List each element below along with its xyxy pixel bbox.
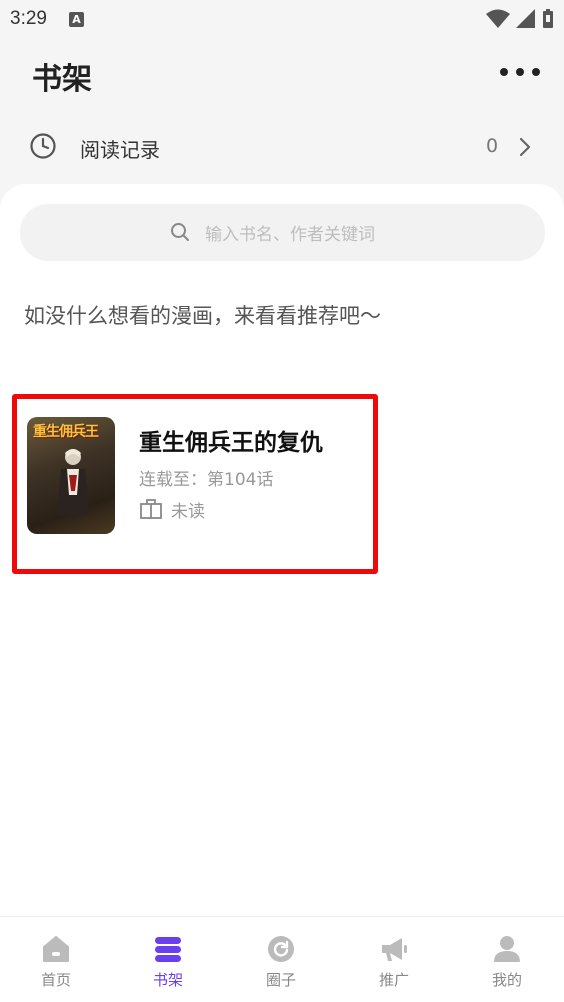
more-dot-icon [532, 68, 540, 76]
search-input[interactable]: 输入书名、作者关键词 [20, 204, 545, 261]
clock-icon [30, 133, 56, 159]
tab-label: 书架 [152, 971, 183, 989]
reading-history-row[interactable]: 阅读记录 0 [0, 118, 564, 176]
more-dot-icon [500, 68, 508, 76]
megaphone-icon [382, 938, 407, 961]
page-title: 书架 [32, 62, 92, 97]
search-icon [171, 223, 189, 241]
tab-profile[interactable]: 我的 [451, 917, 563, 1002]
recommend-hint: 如没什么想看的漫画，来看看推荐吧～ [24, 304, 381, 328]
tab-label: 首页 [40, 971, 71, 989]
read-status: 未读 [171, 502, 205, 522]
cover-title-art: 重生佣兵王 [33, 424, 99, 440]
search-placeholder: 输入书名、作者关键词 [205, 225, 375, 245]
status-time: 3:29 [10, 8, 47, 29]
home-icon [43, 936, 69, 962]
status-icons [486, 9, 554, 29]
tab-label: 我的 [491, 971, 522, 989]
book-title: 重生佣兵王的复仇 [139, 430, 323, 456]
wifi-icon [486, 9, 510, 28]
book-card[interactable]: 重生佣兵王 重生佣兵王的复仇 连载至：第104话 未读 [12, 394, 378, 574]
bottom-tab-bar: 首页 书架 圈子 推广 我的 [0, 916, 564, 1002]
tab-label: 推广 [378, 971, 409, 989]
notification-icon: A [68, 11, 84, 27]
reading-history-label: 阅读记录 [80, 138, 160, 162]
tab-community[interactable]: 圈子 [225, 917, 337, 1002]
header: 书架 [0, 50, 564, 97]
circle-refresh-icon [268, 936, 294, 962]
book-progress: 连载至：第104话 [139, 470, 274, 490]
signal-icon [516, 9, 535, 28]
tab-label: 圈子 [265, 971, 296, 989]
user-icon [494, 936, 520, 962]
tab-promote[interactable]: 推广 [338, 917, 450, 1002]
status-bar: 3:29 A [0, 0, 564, 38]
tab-bookshelf[interactable]: 书架 [112, 917, 224, 1002]
book-cover[interactable]: 重生佣兵王 [27, 417, 115, 534]
tab-home[interactable]: 首页 [0, 917, 112, 1002]
chevron-right-icon [519, 137, 531, 157]
reading-history-count: 0 [486, 135, 499, 157]
unread-book-icon [140, 499, 162, 519]
bookshelf-panel: 输入书名、作者关键词 如没什么想看的漫画，来看看推荐吧～ 重生佣兵王 重生佣兵王… [0, 184, 564, 916]
more-options-button[interactable] [500, 62, 540, 82]
more-dot-icon [516, 68, 524, 76]
cover-character-art [57, 449, 89, 515]
battery-icon [543, 9, 553, 28]
bookshelf-icon [155, 937, 181, 962]
